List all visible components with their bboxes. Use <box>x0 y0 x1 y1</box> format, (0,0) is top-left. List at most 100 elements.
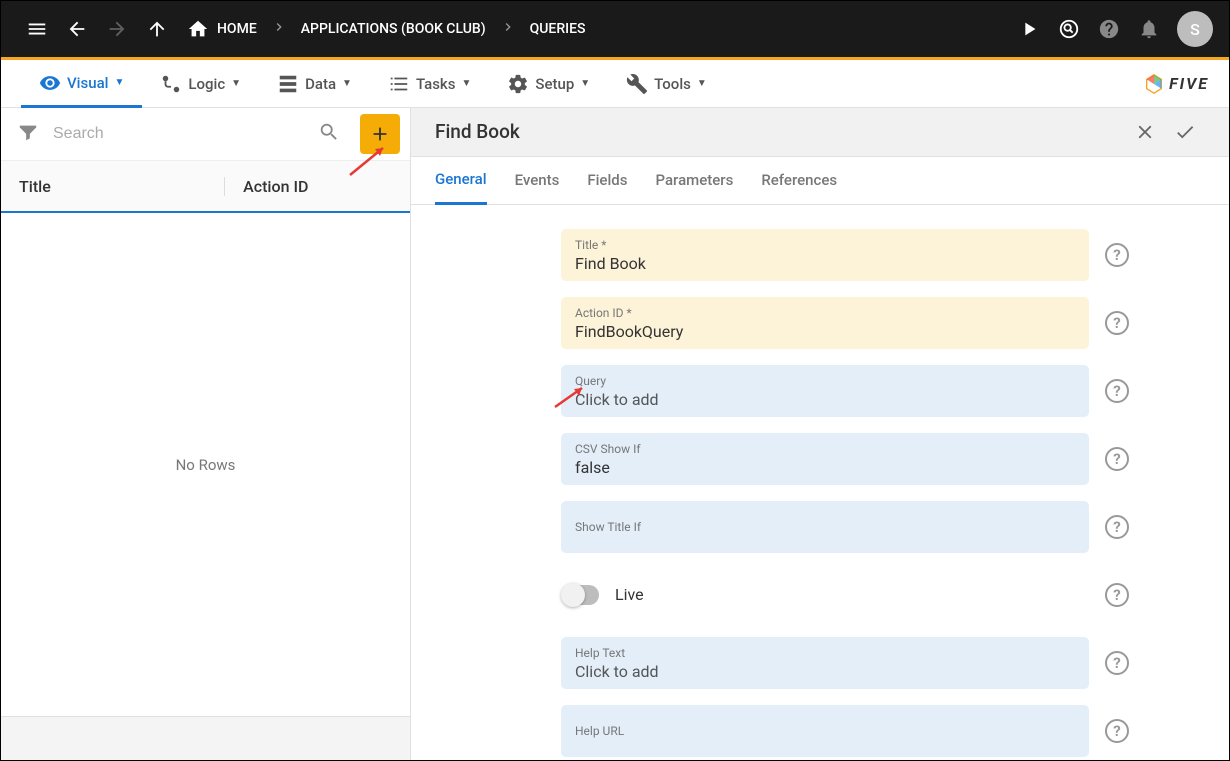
panel-title: Find Book <box>435 120 1125 143</box>
value-csv: false <box>575 458 1075 477</box>
help-icon[interactable]: ? <box>1105 583 1129 607</box>
value-actionid: FindBookQuery <box>575 322 1075 341</box>
label-showtitle: Show Title If <box>575 520 1075 534</box>
nav-setup[interactable]: Setup ▼ <box>489 60 608 108</box>
nav-tasks-label: Tasks <box>416 75 456 93</box>
chevron-down-icon: ▼ <box>461 78 471 89</box>
left-footer <box>1 716 410 760</box>
forward-icon <box>97 9 137 49</box>
chevron-right-icon <box>267 19 291 39</box>
row-live: Live ? <box>561 569 1129 621</box>
help-icon[interactable]: ? <box>1105 447 1129 471</box>
col-actionid[interactable]: Action ID <box>224 177 392 196</box>
row-helpurl: Help URL ? <box>561 705 1129 757</box>
help-icon[interactable]: ? <box>1105 719 1129 743</box>
row-showtitle: Show Title If ? <box>561 501 1129 553</box>
nav-visual-label: Visual <box>67 74 108 92</box>
play-icon[interactable] <box>1009 9 1049 49</box>
nav-data[interactable]: Data ▼ <box>259 60 370 108</box>
toggle-live[interactable] <box>563 585 599 605</box>
nav-tasks[interactable]: Tasks ▼ <box>370 60 489 108</box>
nav-logic-label: Logic <box>188 75 225 93</box>
no-rows-text: No Rows <box>176 456 236 474</box>
tab-references[interactable]: References <box>761 156 837 204</box>
notifications-icon[interactable] <box>1129 9 1169 49</box>
crumb-applications-label: APPLICATIONS (BOOK CLUB) <box>301 21 486 37</box>
close-icon[interactable] <box>1125 112 1165 152</box>
tools-icon <box>626 73 648 95</box>
search-top-icon[interactable] <box>1049 9 1089 49</box>
help-icon[interactable]: ? <box>1105 651 1129 675</box>
help-top-icon[interactable] <box>1089 9 1129 49</box>
check-icon[interactable] <box>1165 112 1205 152</box>
value-helptext: Click to add <box>575 662 1075 681</box>
row-query: Query Click to add ? <box>561 365 1129 417</box>
chevron-down-icon: ▼ <box>697 78 707 89</box>
left-panel: Title Action ID No Rows <box>1 108 411 760</box>
field-csv[interactable]: CSV Show If false <box>561 433 1089 485</box>
eye-icon <box>39 72 61 94</box>
chevron-down-icon: ▼ <box>342 78 352 89</box>
help-icon[interactable]: ? <box>1105 243 1129 267</box>
nav-visual[interactable]: Visual ▼ <box>21 60 142 108</box>
label-query: Query <box>575 374 1075 388</box>
filter-icon[interactable] <box>11 115 45 153</box>
label-helpurl: Help URL <box>575 724 1075 738</box>
help-icon[interactable]: ? <box>1105 515 1129 539</box>
field-query[interactable]: Query Click to add <box>561 365 1089 417</box>
label-title: Title * <box>575 238 1075 252</box>
tab-general[interactable]: General <box>435 157 487 205</box>
logo-text: FIVE <box>1169 74 1209 93</box>
row-csv: CSV Show If false ? <box>561 433 1129 485</box>
logo-icon <box>1143 73 1165 95</box>
col-title[interactable]: Title <box>19 177 224 196</box>
row-helptext: Help Text Click to add ? <box>561 637 1129 689</box>
crumb-home[interactable]: HOME <box>177 18 267 40</box>
gear-icon <box>507 73 529 95</box>
field-helptext[interactable]: Help Text Click to add <box>561 637 1089 689</box>
label-helptext: Help Text <box>575 646 1075 660</box>
crumb-queries-label: QUERIES <box>530 21 586 37</box>
search-row <box>1 108 410 161</box>
label-csv: CSV Show If <box>575 442 1075 456</box>
field-actionid[interactable]: Action ID * FindBookQuery <box>561 297 1089 349</box>
row-actionid: Action ID * FindBookQuery ? <box>561 297 1129 349</box>
tab-fields[interactable]: Fields <box>587 156 627 204</box>
search-icon[interactable] <box>312 115 346 153</box>
chevron-down-icon: ▼ <box>114 77 124 88</box>
tab-parameters[interactable]: Parameters <box>655 156 733 204</box>
up-icon[interactable] <box>137 9 177 49</box>
value-query: Click to add <box>575 390 1075 409</box>
back-icon[interactable] <box>57 9 97 49</box>
nav-logic[interactable]: Logic ▼ <box>142 60 259 108</box>
logo: FIVE <box>1143 73 1209 95</box>
tab-events[interactable]: Events <box>515 156 560 204</box>
row-title: Title * Find Book ? <box>561 229 1129 281</box>
panel-header: Find Book <box>411 108 1229 157</box>
label-live: Live <box>615 585 644 604</box>
menu-icon[interactable] <box>17 9 57 49</box>
search-input[interactable] <box>53 125 304 143</box>
chevron-down-icon: ▼ <box>231 78 241 89</box>
tasks-icon <box>388 73 410 95</box>
crumb-applications[interactable]: APPLICATIONS (BOOK CLUB) <box>291 21 496 37</box>
field-title[interactable]: Title * Find Book <box>561 229 1089 281</box>
nav-setup-label: Setup <box>535 75 574 93</box>
field-helpurl[interactable]: Help URL <box>561 705 1089 757</box>
nav-tools[interactable]: Tools ▼ <box>608 60 725 108</box>
logic-icon <box>160 73 182 95</box>
data-icon <box>277 73 299 95</box>
field-showtitle[interactable]: Show Title If <box>561 501 1089 553</box>
tabs: General Events Fields Parameters Referen… <box>411 157 1229 205</box>
chevron-down-icon: ▼ <box>580 78 590 89</box>
crumb-queries[interactable]: QUERIES <box>520 21 596 37</box>
add-button[interactable] <box>360 114 400 154</box>
chevron-right-icon <box>496 19 520 39</box>
list-header: Title Action ID <box>1 161 410 213</box>
main: Title Action ID No Rows Find Book Genera… <box>1 108 1229 760</box>
avatar-initial: S <box>1190 20 1200 39</box>
help-icon[interactable]: ? <box>1105 379 1129 403</box>
value-title: Find Book <box>575 254 1075 273</box>
help-icon[interactable]: ? <box>1105 311 1129 335</box>
avatar[interactable]: S <box>1177 11 1213 47</box>
